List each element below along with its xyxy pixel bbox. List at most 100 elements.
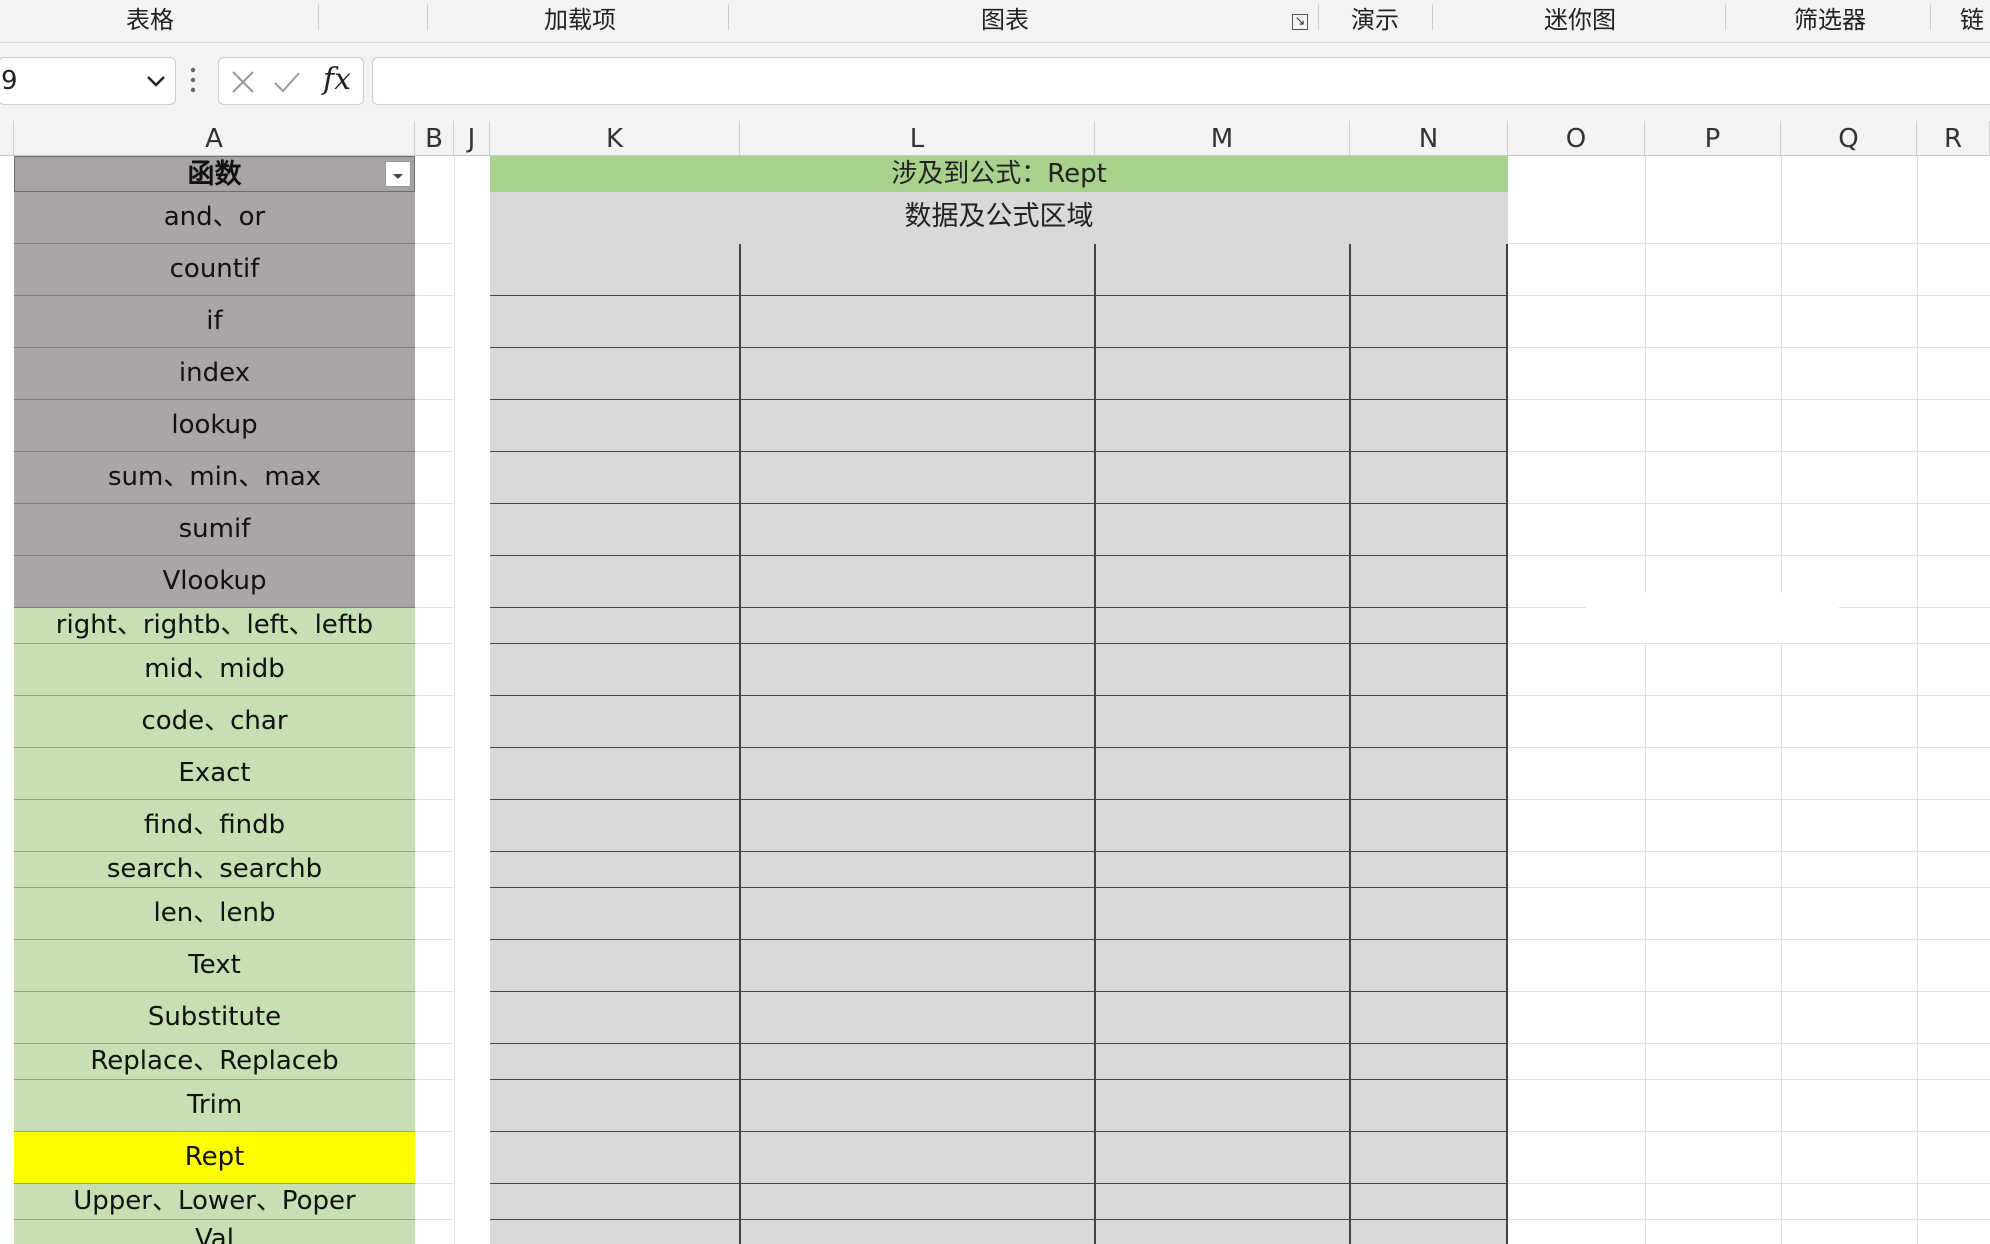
column-header-a[interactable]: A xyxy=(14,121,415,155)
gridline xyxy=(1508,939,1990,940)
gridline xyxy=(415,1131,453,1132)
function-item-search[interactable]: search、searchb xyxy=(14,852,415,888)
gridline xyxy=(415,295,453,296)
gridline xyxy=(1508,643,1990,644)
data-area-column-border xyxy=(1349,244,1351,1244)
function-item-if[interactable]: if xyxy=(14,296,415,348)
function-item-countif[interactable]: countif xyxy=(14,244,415,296)
gridline xyxy=(1508,799,1990,800)
gridline xyxy=(1645,156,1646,1244)
gridline xyxy=(415,1219,453,1220)
select-all-corner[interactable] xyxy=(0,121,14,155)
function-item-find[interactable]: find、findb xyxy=(14,800,415,852)
data-area-column-border xyxy=(739,244,741,1244)
ribbon-separator xyxy=(728,4,729,30)
gridline xyxy=(415,1043,453,1044)
gridline xyxy=(415,399,453,400)
more-options-icon[interactable] xyxy=(190,65,196,95)
function-item-len[interactable]: len、lenb xyxy=(14,888,415,940)
data-area-column-border xyxy=(1094,244,1096,1244)
ribbon-group-sparklines[interactable]: 迷你图 xyxy=(1480,0,1680,40)
data-area-column-border xyxy=(1506,244,1508,1244)
gridline xyxy=(415,643,453,644)
function-item-exact[interactable]: Exact xyxy=(14,748,415,800)
function-item-rept[interactable]: Rept xyxy=(14,1132,415,1184)
column-header-j[interactable]: J xyxy=(454,121,490,155)
gridline xyxy=(415,347,453,348)
function-item-text[interactable]: Text xyxy=(14,940,415,992)
ribbon-separator xyxy=(318,4,319,30)
data-area-row-border xyxy=(490,851,1508,852)
data-area-row-border xyxy=(490,503,1508,504)
gridline xyxy=(415,747,453,748)
gridline xyxy=(1508,347,1990,348)
sheet-grid[interactable]: 函数 and、or countif if index lookup sum、mi… xyxy=(0,156,1990,1244)
function-item-lookup[interactable]: lookup xyxy=(14,400,415,452)
gridline xyxy=(415,555,453,556)
function-item-trim[interactable]: Trim xyxy=(14,1080,415,1132)
ribbon-group-labels: 表格 加载项 图表 ↘ 演示 迷你图 筛选器 链 xyxy=(0,0,1990,43)
ribbon-group-charts[interactable]: 图表 xyxy=(910,0,1100,40)
dialog-launcher-icon[interactable]: ↘ xyxy=(1292,14,1308,30)
data-area-row-border xyxy=(490,887,1508,888)
column-header-p[interactable]: P xyxy=(1645,121,1781,155)
data-area-row-border xyxy=(490,991,1508,992)
name-box-value: 9 xyxy=(1,66,18,96)
data-area-row-border xyxy=(490,347,1508,348)
data-area-row-border xyxy=(490,695,1508,696)
column-header-l[interactable]: L xyxy=(740,121,1095,155)
gridline xyxy=(415,887,453,888)
gridline xyxy=(1508,503,1990,504)
function-item-sum-min-max[interactable]: sum、min、max xyxy=(14,452,415,504)
function-item-sumif[interactable]: sumif xyxy=(14,504,415,556)
function-item-substitute[interactable]: Substitute xyxy=(14,992,415,1044)
data-area-row-border xyxy=(490,747,1508,748)
name-box[interactable]: 9 xyxy=(0,57,176,105)
filter-dropdown-button[interactable] xyxy=(385,161,411,187)
ribbon-separator xyxy=(427,4,428,30)
gridline xyxy=(1508,991,1990,992)
column-header-k[interactable]: K xyxy=(490,121,740,155)
enter-check-icon[interactable] xyxy=(271,66,303,98)
data-formula-area[interactable] xyxy=(490,244,1839,1244)
filter-arrow-icon xyxy=(393,174,403,179)
column-header-m[interactable]: M xyxy=(1095,121,1350,155)
ribbon-group-filters[interactable]: 筛选器 xyxy=(1730,0,1930,40)
selected-blank-cell[interactable] xyxy=(1586,593,1839,643)
formula-title-cell[interactable]: 涉及到公式：Rept xyxy=(490,156,1508,192)
data-area-row-border xyxy=(490,1131,1508,1132)
gridline xyxy=(1508,295,1990,296)
formula-input[interactable] xyxy=(372,57,1990,105)
chevron-down-icon[interactable] xyxy=(143,68,169,94)
data-region-subtitle[interactable]: 数据及公式区域 xyxy=(490,192,1508,245)
column-header-o[interactable]: O xyxy=(1508,121,1645,155)
gridline xyxy=(1508,887,1990,888)
gridline xyxy=(415,851,453,852)
column-header-b[interactable]: B xyxy=(415,121,454,155)
column-header-q[interactable]: Q xyxy=(1781,121,1917,155)
function-item-index[interactable]: index xyxy=(14,348,415,400)
function-item-mid[interactable]: mid、midb xyxy=(14,644,415,696)
function-item-right-left[interactable]: right、rightb、left、leftb xyxy=(14,608,415,644)
gridline xyxy=(415,451,453,452)
function-item-val[interactable]: Val xyxy=(14,1220,415,1244)
function-item-vlookup[interactable]: Vlookup xyxy=(14,556,415,608)
function-item-and-or[interactable]: and、or xyxy=(14,192,415,244)
ribbon-group-table[interactable]: 表格 xyxy=(60,0,240,40)
function-item-code-char[interactable]: code、char xyxy=(14,696,415,748)
ribbon-group-addins[interactable]: 加载项 xyxy=(480,0,680,40)
function-list-header[interactable]: 函数 xyxy=(14,156,415,192)
column-header-r[interactable]: R xyxy=(1917,121,1990,155)
cancel-icon[interactable] xyxy=(227,66,259,98)
function-item-replace[interactable]: Replace、Replaceb xyxy=(14,1044,415,1080)
ribbon-group-presentation[interactable]: 演示 xyxy=(1330,0,1420,40)
data-area-row-border xyxy=(490,643,1508,644)
data-area-row-border xyxy=(490,399,1508,400)
function-item-upper-lower[interactable]: Upper、Lower、Poper xyxy=(14,1184,415,1220)
gridline xyxy=(1508,747,1990,748)
data-area-row-border xyxy=(490,555,1508,556)
gridline xyxy=(415,799,453,800)
insert-function-icon[interactable]: fx xyxy=(323,60,351,100)
ribbon-group-links[interactable]: 链 xyxy=(1960,0,1990,40)
column-header-n[interactable]: N xyxy=(1350,121,1508,155)
